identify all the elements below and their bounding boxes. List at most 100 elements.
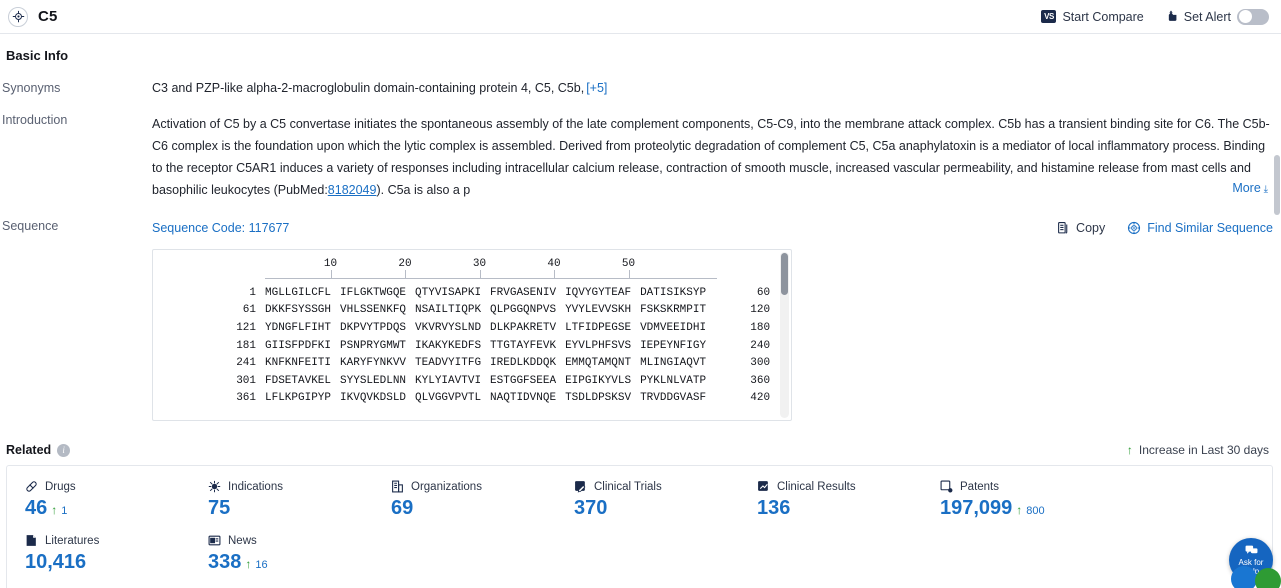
stat-label: News <box>228 534 257 547</box>
up-arrow-icon: ↑ <box>51 503 58 517</box>
related-stat-literatures[interactable]: Literatures 10,416 <box>7 534 190 574</box>
introduction-text: Activation of C5 by a C5 convertase init… <box>152 113 1274 201</box>
stat-value-group: 10,416 <box>25 551 190 574</box>
sequence-scrollbar-thumb[interactable] <box>781 253 788 295</box>
sequence-chunk: QTYVISAPKI <box>415 286 482 299</box>
sequence-chunk: EYVLPHFSVS <box>565 339 632 352</box>
up-arrow-icon: ↑ <box>1126 443 1133 457</box>
start-compare-button[interactable]: VS Start Compare <box>1041 9 1144 24</box>
sequence-label: Sequence <box>2 219 59 233</box>
page-header: C5 VS Start Compare Set Alert <box>0 0 1281 34</box>
app-page: C5 VS Start Compare Set Alert Basic Info… <box>0 0 1281 588</box>
sequence-chunk: PYKLNLVATP <box>640 374 707 387</box>
sequence-chunk: DKPVYTPDQS <box>340 321 407 334</box>
ruler-tick-label: 30 <box>472 258 487 270</box>
page-title: C5 <box>38 8 58 25</box>
basic-info-heading: Basic Info <box>6 48 69 63</box>
related-stat-indications[interactable]: Indications 75 <box>190 480 373 520</box>
sequence-start-index: 301 <box>236 374 256 387</box>
sequence-line: 1 MGLLGILCFL IFLGKTWGQE QTYVISAPKI FRVGASENI… <box>153 284 791 302</box>
copy-sequence-button[interactable]: Copy <box>1057 221 1105 235</box>
sequence-chunk: VHLSSENKFQ <box>340 304 407 317</box>
sequence-end-index: 120 <box>750 304 771 317</box>
stat-label: Organizations <box>411 480 482 493</box>
find-similar-sequence-button[interactable]: Find Similar Sequence <box>1127 221 1273 235</box>
sequence-chunk: MLINGIAQVT <box>640 357 707 370</box>
stat-header: Literatures <box>25 534 190 547</box>
stat-label: Patents <box>960 480 999 493</box>
page-scrollbar-thumb[interactable] <box>1274 155 1280 215</box>
ruler-tick-label: 50 <box>621 258 636 270</box>
newspaper-icon <box>208 534 221 547</box>
synonyms-more-link[interactable]: [+5] <box>586 81 607 95</box>
sequence-residues: FDSETAVKEL SYYSLEDLNN KYLYIAVTVI ESTGGFSEEA… <box>265 375 706 387</box>
sequence-toolbar: Sequence Code: 117677 Copy Find Similar … <box>152 219 1281 237</box>
introduction-more-button[interactable]: More ⤓ <box>1226 177 1268 201</box>
page-scrollbar[interactable] <box>1273 35 1281 588</box>
ruler-tick-label: 20 <box>398 258 412 270</box>
find-similar-label: Find Similar Sequence <box>1147 221 1273 235</box>
sequence-chunk: GIISFPDFKI <box>265 339 332 352</box>
sequence-residues: MGLLGILCFL IFLGKTWGQE QTYVISAPKI FRVGASENIV… <box>265 287 706 299</box>
sequence-chunk: KNFKNFEITI <box>265 357 332 370</box>
vs-badge-icon: VS <box>1041 10 1057 23</box>
sequence-chunk: YVYLEVVSKH <box>565 304 632 317</box>
sequence-chunk: QLPGGQNPVS <box>490 304 557 317</box>
target-crosshair-icon <box>1127 221 1141 235</box>
sequence-chunk: IEPEYNFIGY <box>640 339 707 352</box>
set-alert-toggle[interactable] <box>1237 8 1269 25</box>
book-icon <box>25 534 38 547</box>
ask-for-help-button[interactable]: Ask for Help <box>1229 538 1281 588</box>
pubmed-link[interactable]: 8182049 <box>328 183 377 197</box>
stat-value-group: 136 <box>757 497 922 520</box>
related-stat-clinical-results[interactable]: Clinical Results 136 <box>739 480 922 520</box>
ruler-tick-mark <box>479 270 481 278</box>
synonyms-row: Synonyms C3 and PZP-like alpha-2-macrogl… <box>0 81 1281 95</box>
sequence-chunk: FDSETAVKEL <box>265 374 332 387</box>
related-stat-patents[interactable]: Patents 197,099 ↑ 800 <box>922 480 1105 520</box>
stat-value: 10,416 <box>25 551 87 573</box>
sequence-code[interactable]: Sequence Code: 117677 <box>152 221 289 235</box>
sequence-end-index: 240 <box>750 339 771 352</box>
sequence-chunk: TSDLDPSKSV <box>565 392 632 405</box>
sequence-start-index: 181 <box>236 339 256 352</box>
stat-delta: 800 <box>1026 505 1045 517</box>
virus-icon <box>208 480 221 493</box>
ruler-tick-mark <box>330 270 332 278</box>
related-stat-drugs[interactable]: Drugs 46 ↑ 1 <box>7 480 190 520</box>
legend-label: Increase in Last 30 days <box>1138 443 1269 457</box>
sequence-chunk: ESTGGFSEEA <box>490 374 557 387</box>
sequence-line: 361 LFLKPGIPYP IKVQVKDSLD QLVGGVPVTL NAQTIDV… <box>153 390 791 408</box>
sequence-end-index: 420 <box>750 392 771 405</box>
sequence-end-index: 60 <box>756 286 771 299</box>
sequence-chunk: IKAKYKEDFS <box>415 339 482 352</box>
related-stat-organizations[interactable]: Organizations 69 <box>373 480 556 520</box>
stat-label: Clinical Results <box>777 480 856 493</box>
help-secondary-button[interactable] <box>1231 566 1257 588</box>
sequence-chunk: IQVYGYTEAF <box>565 286 632 299</box>
info-icon[interactable]: i <box>57 443 71 457</box>
stat-value: 136 <box>757 497 791 519</box>
sequence-tools: Copy Find Similar Sequence <box>1057 221 1281 235</box>
sequence-scrollbar[interactable] <box>780 252 789 418</box>
stat-header: Indications <box>208 480 373 493</box>
sequence-body: Sequence Code: 117677 Copy Find Similar … <box>152 219 1281 421</box>
sequence-start-index: 121 <box>236 321 256 334</box>
sequence-chunk: EIPGIKYVLS <box>565 374 632 387</box>
set-alert-control[interactable]: Set Alert <box>1164 8 1269 25</box>
stat-header: Patents <box>940 480 1105 493</box>
introduction-body: Activation of C5 by a C5 convertase init… <box>152 113 1281 201</box>
help-tertiary-button[interactable] <box>1255 568 1281 588</box>
stat-value: 46 <box>25 497 48 519</box>
sequence-chunk: FRVGASENIV <box>490 286 557 299</box>
stat-value-group: 46 ↑ 1 <box>25 497 190 520</box>
stat-value: 338 <box>208 551 242 573</box>
start-compare-label: Start Compare <box>1062 9 1144 24</box>
sequence-chunk: SYYSLEDLNN <box>340 374 407 387</box>
related-stat-clinical-trials[interactable]: Clinical Trials 370 <box>556 480 739 520</box>
sequence-viewer[interactable]: 10 20 30 40 50 1 MGLLGILCFL IFLGKTWGQE QTYVISAP… <box>152 249 792 421</box>
related-stat-news[interactable]: News 338 ↑ 16 <box>190 534 373 574</box>
stat-delta: 1 <box>61 505 68 517</box>
sequence-end-index: 180 <box>750 321 771 334</box>
stat-header: Clinical Results <box>757 480 922 493</box>
